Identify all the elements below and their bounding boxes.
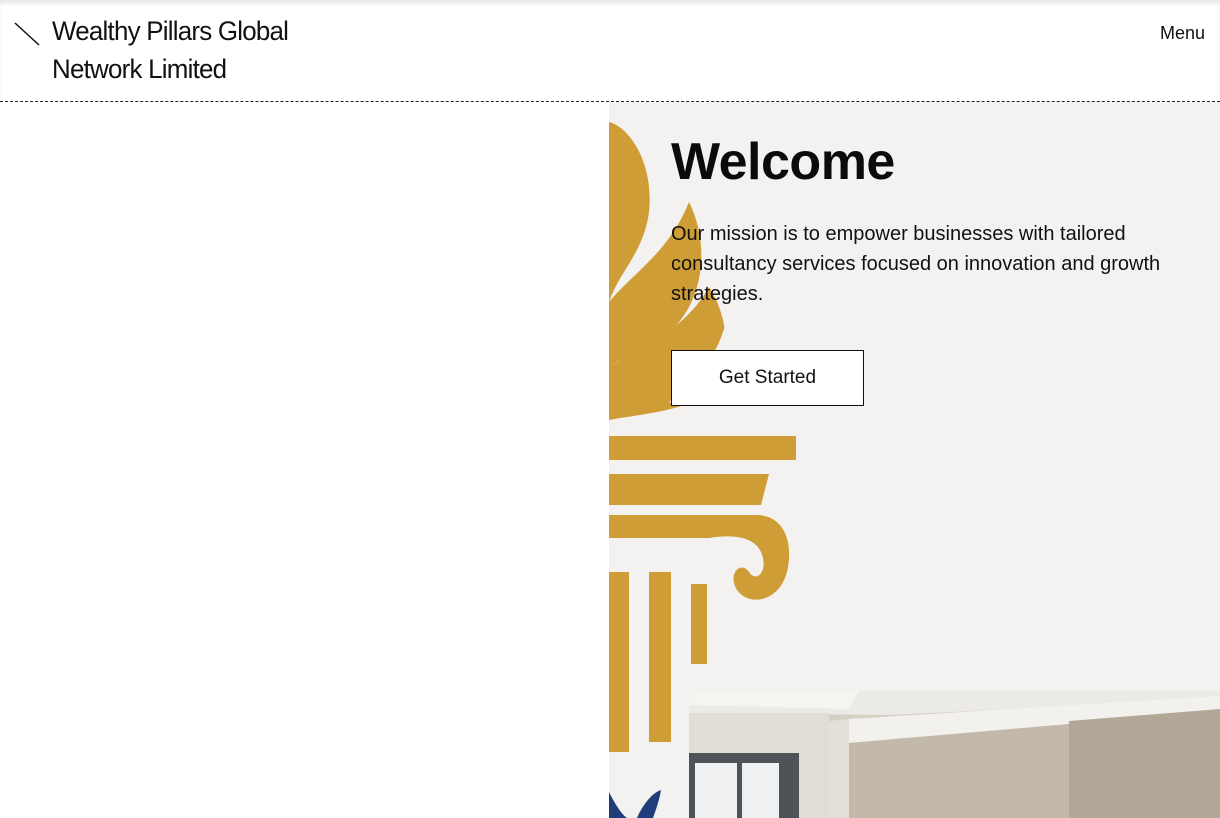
- volute-gap: [609, 542, 691, 552]
- column-shaft-3: [691, 584, 707, 664]
- site-title-line-1: Wealthy Pillars Global: [52, 16, 289, 46]
- site-title-line-2: Network Limited: [52, 54, 227, 84]
- left-blank-panel: [0, 102, 609, 818]
- site-header: Wealthy Pillars Global Network Limited M…: [0, 0, 1220, 102]
- navy-swoosh-2: [637, 790, 661, 818]
- hero-section: Welcome Our mission is to empower busine…: [609, 102, 1220, 818]
- mission-statement: Our mission is to empower businesses wit…: [671, 223, 1161, 305]
- get-started-button[interactable]: Get Started: [671, 350, 864, 406]
- capital-band-2: [609, 474, 769, 505]
- capital-band-1: [609, 436, 796, 460]
- column-shaft-2: [649, 572, 671, 742]
- diagonal-slash-icon[interactable]: [12, 20, 42, 48]
- navy-swoosh: [609, 792, 627, 818]
- menu-button[interactable]: Menu: [1160, 23, 1205, 44]
- column-shaft-1: [609, 572, 629, 752]
- hero-title: Welcome: [671, 133, 895, 191]
- office-photo: [689, 691, 1220, 818]
- header-shadow: [0, 0, 1220, 6]
- site-title[interactable]: Wealthy Pillars Global Network Limited: [52, 12, 302, 88]
- office-photo-art: [689, 691, 1220, 818]
